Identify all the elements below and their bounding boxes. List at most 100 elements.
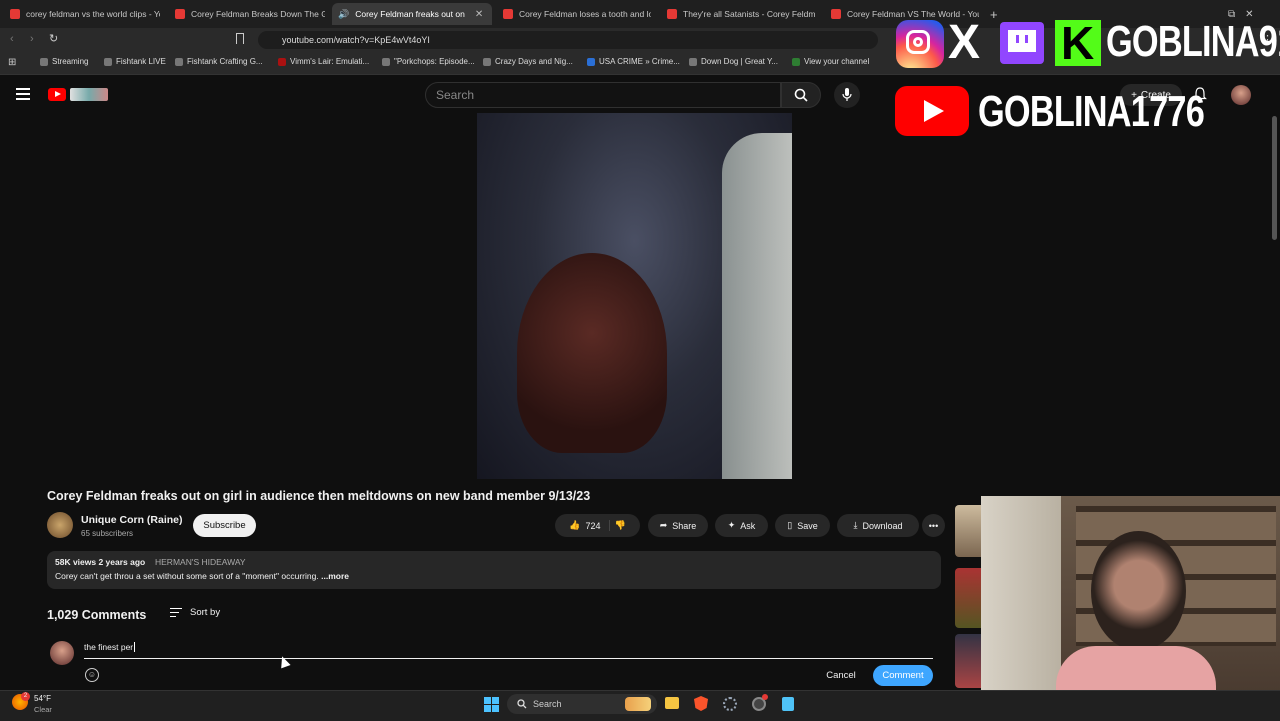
tab-label: They're all Satanists - Corey Feldman (683, 9, 815, 19)
related-video-thumbnail[interactable] (955, 568, 981, 628)
weather-badge: 2 (21, 692, 30, 701)
webcam-shirt (1056, 646, 1216, 692)
tab-1[interactable]: corey feldman vs the world clips - Yo (10, 3, 160, 25)
doodle-logo-icon[interactable] (70, 88, 108, 101)
bookmark-item[interactable]: Down Dog | Great Y... (689, 57, 778, 66)
webcam-person (1091, 531, 1186, 651)
thumbs-down-icon[interactable]: 👎 (615, 520, 626, 531)
youtube-favicon-icon (503, 9, 513, 19)
share-button[interactable]: ➦ Share (648, 514, 708, 537)
download-label: Download (862, 520, 903, 531)
youtube-favicon-icon (10, 9, 20, 19)
bookmark-item[interactable]: "Porkchops: Episode... (382, 57, 475, 66)
comment-input[interactable]: the finest per (84, 642, 933, 659)
tab-label: Corey Feldman loses a tooth and loo (519, 9, 651, 19)
x-logo-icon: X (948, 16, 980, 69)
sparkle-icon: ✦ (727, 520, 736, 530)
url-text: youtube.com/watch?v=KpE4wVt4oYI (282, 35, 430, 45)
related-video-thumbnail[interactable] (955, 634, 981, 688)
channel-avatar[interactable] (47, 512, 73, 538)
cancel-comment-button[interactable]: Cancel (814, 665, 868, 686)
url-bar[interactable]: youtube.com/watch?v=KpE4wVt4oYI (258, 31, 878, 49)
sort-icon (170, 607, 182, 618)
youtube-favicon-icon (831, 9, 841, 19)
save-label: Save (797, 520, 818, 531)
more-actions-button[interactable]: ••• (922, 514, 945, 537)
sort-by-button[interactable]: Sort by (170, 607, 220, 618)
ask-label: Ask (740, 520, 756, 531)
description-tag[interactable]: HERMAN'S HIDEAWAY (155, 557, 246, 567)
bookmark-item[interactable]: Fishtank Crafting G... (175, 57, 263, 66)
subscriber-count: 65 subscribers (81, 529, 134, 538)
show-more-link[interactable]: ...more (321, 571, 349, 581)
close-tab-icon[interactable]: ✕ (475, 9, 483, 20)
like-dislike-group: 👍 724 👎 (555, 514, 640, 537)
thumbs-up-icon: 👍 (569, 520, 581, 530)
share-arrow-icon: ➦ (659, 520, 668, 530)
bookmark-item[interactable]: Vimm's Lair: Emulati... (278, 57, 369, 66)
bookmark-item[interactable]: Crazy Days and Nig... (483, 57, 573, 66)
notepad-icon[interactable] (782, 697, 794, 711)
bookmark-label: "Porkchops: Episode... (394, 57, 475, 66)
apps-grid-icon[interactable]: ⊞ (8, 57, 16, 68)
bookmark-label: USA CRIME » Crime... (599, 57, 680, 66)
back-icon[interactable]: ‹ (10, 33, 14, 45)
description-text: Corey can't get throu a set without some… (55, 571, 349, 581)
webcam-wall (981, 496, 1061, 692)
comment-draft-text: the finest per (84, 642, 134, 652)
forward-icon[interactable]: › (30, 33, 34, 45)
search-button[interactable] (781, 82, 821, 108)
emoji-picker-icon[interactable]: ☺ (85, 668, 99, 682)
channel-name[interactable]: Unique Corn (Raine) (81, 514, 183, 526)
ask-button[interactable]: ✦ Ask (715, 514, 768, 537)
bookmark-label: Streaming (52, 57, 89, 66)
like-button[interactable]: 👍 724 (569, 520, 610, 531)
weather-condition: Clear (34, 705, 52, 714)
bookmark-item[interactable]: View your channel (792, 57, 869, 66)
page-scrollbar[interactable] (1272, 116, 1277, 240)
search-input[interactable]: Search (425, 82, 781, 108)
submit-comment-button[interactable]: Comment (873, 665, 933, 686)
share-label: Share (672, 520, 697, 531)
bookmark-icon[interactable] (236, 33, 244, 44)
file-explorer-icon[interactable] (665, 697, 679, 709)
bookmark-label: Fishtank Crafting G... (187, 57, 263, 66)
search-highlight-icon (625, 697, 651, 711)
youtube-logo-icon[interactable] (48, 88, 66, 101)
microphone-icon (842, 88, 852, 101)
view-count-date: 58K views 2 years ago (55, 557, 146, 567)
bookmark-item[interactable]: Fishtank LIVE (104, 57, 166, 66)
tab-3-active[interactable]: 🔊 Corey Feldman freaks out on ✕ (332, 3, 492, 25)
taskbar-search[interactable]: Search (507, 694, 657, 714)
tab-5[interactable]: They're all Satanists - Corey Feldman (667, 3, 815, 25)
reload-icon[interactable]: ↻ (49, 32, 58, 45)
like-count: 724 (585, 520, 601, 531)
video-title: Corey Feldman freaks out on girl in audi… (47, 489, 591, 503)
video-frame-content (722, 133, 792, 479)
tab-2[interactable]: Corey Feldman Breaks Down The Gu (175, 3, 325, 25)
twitch-logo-icon (1000, 22, 1044, 64)
windows-start-icon[interactable] (484, 697, 499, 712)
sort-label: Sort by (190, 607, 221, 618)
settings-gear-icon[interactable] (723, 697, 737, 711)
tab-4[interactable]: Corey Feldman loses a tooth and loo (503, 3, 651, 25)
webcam-overlay (981, 496, 1280, 692)
handle-top: GOBLINA911 (1106, 17, 1280, 66)
video-player[interactable] (477, 113, 792, 479)
recording-badge (762, 694, 768, 700)
account-avatar[interactable] (1231, 85, 1251, 105)
download-button[interactable]: ⤓ Download (837, 514, 919, 537)
save-button[interactable]: ▯ Save (775, 514, 830, 537)
bookmark-item[interactable]: Streaming (40, 57, 88, 66)
voice-search-button[interactable] (834, 82, 860, 108)
bookmark-label: Fishtank LIVE (116, 57, 166, 66)
tab-label: Corey Feldman Breaks Down The Gu (191, 9, 325, 19)
bookmark-label: Vimm's Lair: Emulati... (290, 57, 370, 66)
related-video-thumbnail[interactable] (955, 505, 981, 557)
subscribe-button[interactable]: Subscribe (193, 514, 256, 537)
bookmark-item[interactable]: USA CRIME » Crime... (587, 57, 680, 66)
tab-label: corey feldman vs the world clips - Yo (26, 9, 160, 19)
hamburger-menu-icon[interactable] (16, 88, 30, 100)
video-frame-content (517, 253, 667, 453)
bookmark-label: View your channel (804, 57, 870, 66)
